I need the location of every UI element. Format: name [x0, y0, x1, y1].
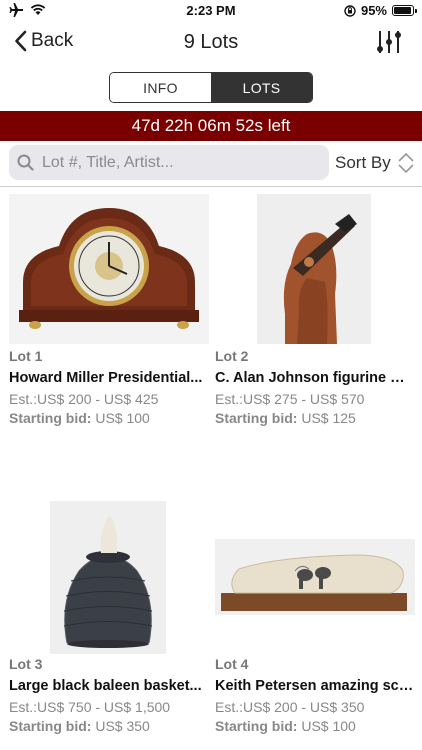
- lot-estimate: Est.:US$ 200 - US$ 425: [9, 391, 159, 407]
- tab-lots[interactable]: LOTS: [211, 73, 312, 102]
- lot-image-figurine[interactable]: [215, 194, 415, 344]
- lot-number: Lot 1: [9, 348, 43, 364]
- starting-bid-value: US$ 125: [301, 410, 356, 426]
- search-icon: [17, 154, 34, 171]
- status-bar: 2:23 PM 95%: [0, 0, 422, 24]
- filter-button[interactable]: [376, 29, 402, 60]
- lot-estimate: Est.:US$ 750 - US$ 1,500: [9, 699, 171, 715]
- page-title: 9 Lots: [183, 31, 239, 53]
- sort-chevrons-icon: [398, 152, 414, 174]
- countdown-banner: 47d 22h 06m 52s left: [0, 111, 422, 141]
- lot-starting-bid: Starting bid: US$ 350: [9, 718, 150, 734]
- starting-bid-label: Starting bid:: [9, 718, 92, 734]
- starting-bid-label: Starting bid:: [9, 410, 92, 426]
- tab-info[interactable]: INFO: [110, 73, 211, 102]
- lot-estimate: Est.:US$ 200 - US$ 350: [215, 699, 365, 715]
- lot-starting-bid: Starting bid: US$ 100: [215, 718, 356, 734]
- search-input[interactable]: [42, 153, 322, 172]
- lot-image-clock[interactable]: [9, 194, 209, 344]
- view-segmented-control: INFO LOTS: [109, 72, 313, 103]
- lot-title: Large black baleen basket...: [9, 678, 202, 694]
- starting-bid-label: Starting bid:: [215, 410, 298, 426]
- divider: [0, 186, 422, 187]
- starting-bid-value: US$ 100: [95, 410, 150, 426]
- status-right: 95%: [344, 3, 417, 18]
- search-field[interactable]: [9, 145, 329, 180]
- lot-image-scrimshaw[interactable]: [215, 502, 415, 652]
- starting-bid-value: US$ 100: [301, 718, 356, 734]
- lot-number: Lot 3: [9, 656, 43, 672]
- lot-title: Howard Miller Presidential...: [9, 370, 203, 386]
- lot-title: Keith Petersen amazing scr...: [215, 678, 415, 694]
- lot-number: Lot 2: [215, 348, 249, 364]
- lot-starting-bid: Starting bid: US$ 125: [215, 410, 356, 426]
- sliders-icon: [377, 31, 401, 53]
- lot-image-basket[interactable]: [9, 500, 209, 654]
- starting-bid-value: US$ 350: [95, 718, 150, 734]
- lot-number: Lot 4: [215, 656, 249, 672]
- lot-estimate: Est.:US$ 275 - US$ 570: [215, 391, 365, 407]
- lot-card[interactable]: Lot 3 Large black baleen basket... Est.:…: [9, 500, 209, 742]
- sort-button[interactable]: Sort By: [335, 152, 415, 174]
- starting-bid-label: Starting bid:: [215, 718, 298, 734]
- orientation-lock-icon: [344, 4, 356, 17]
- lot-title: C. Alan Johnson figurine m...: [215, 370, 415, 386]
- battery-icon: [392, 5, 417, 16]
- battery-percent: 95%: [360, 3, 387, 18]
- lot-card[interactable]: Lot 4 Keith Petersen amazing scr... Est.…: [215, 502, 415, 742]
- lot-card[interactable]: Lot 2 C. Alan Johnson figurine m... Est.…: [215, 194, 415, 434]
- lot-starting-bid: Starting bid: US$ 100: [9, 410, 150, 426]
- lot-card[interactable]: Lot 1 Howard Miller Presidential... Est.…: [9, 194, 209, 434]
- sort-label: Sort By: [335, 153, 391, 172]
- navigation-bar: Back 9 Lots: [0, 24, 422, 64]
